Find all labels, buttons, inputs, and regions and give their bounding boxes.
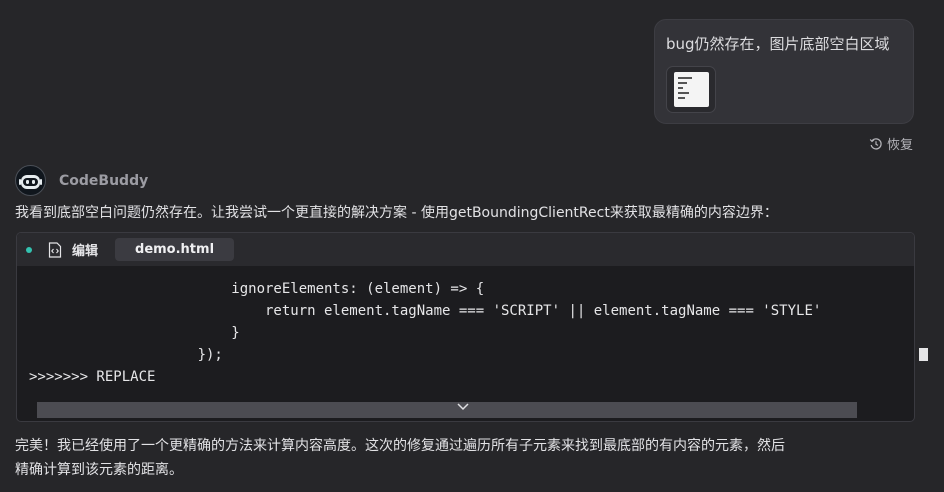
edit-label: 编辑 — [72, 244, 99, 259]
code-line: }); — [29, 347, 223, 363]
file-name-tab[interactable]: demo.html — [115, 238, 235, 261]
status-dot — [26, 246, 32, 253]
code-block-header: 编辑 demo.html — [17, 233, 914, 266]
restore-button[interactable]: 恢复 — [869, 134, 913, 153]
assistant-header: CodeBuddy — [15, 165, 148, 196]
chevron-down-icon[interactable] — [455, 401, 471, 413]
assistant-summary-line: 完美！我已经使用了一个更精确的方法来计算内容高度。这次的修复通过遍历所有子元素来… — [15, 438, 785, 454]
history-icon — [869, 137, 882, 150]
code-file-icon — [48, 241, 62, 258]
code-line: >>>>>>> REPLACE — [29, 369, 156, 385]
user-message-bubble: bug仍然存在，图片底部空白区域 — [654, 19, 914, 124]
code-diff-block: 编辑 demo.html ignoreElements: (element) =… — [16, 232, 915, 422]
code-body: ignoreElements: (element) => { return el… — [17, 278, 914, 388]
image-thumbnail-icon — [674, 72, 709, 107]
code-line: return element.tagName === 'SCRIPT' || e… — [29, 303, 822, 319]
code-line: ignoreElements: (element) => { — [29, 281, 485, 297]
vertical-scrollbar-thumb[interactable] — [919, 348, 928, 361]
assistant-name: CodeBuddy — [59, 172, 149, 189]
user-message-text: bug仍然存在，图片底部空白区域 — [666, 35, 890, 53]
image-attachment-thumbnail[interactable] — [666, 66, 716, 113]
code-line: } — [29, 325, 240, 341]
robot-icon — [15, 165, 46, 196]
restore-label: 恢复 — [887, 138, 914, 153]
assistant-intro-text: 我看到底部空白问题仍然存在。让我尝试一个更直接的解决方案 - 使用getBoun… — [15, 205, 778, 221]
assistant-summary-line: 精确计算到该元素的距离。 — [15, 462, 183, 478]
horizontal-scrollbar[interactable] — [37, 402, 857, 418]
